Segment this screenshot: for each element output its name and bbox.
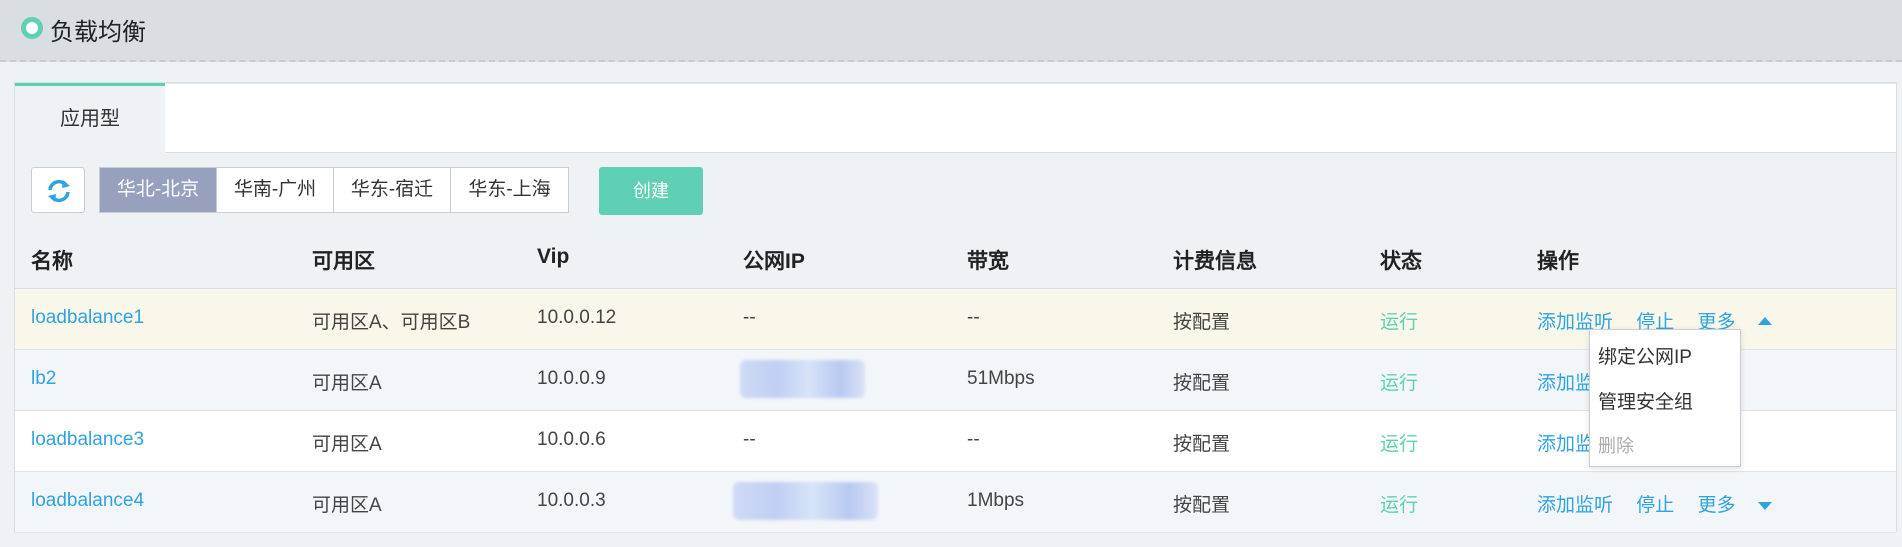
title-dot-icon [21,17,43,39]
caret-up-icon [1757,316,1772,325]
row-name-link[interactable]: loadbalance1 [31,307,144,329]
col-actions: 操作 [1537,250,1579,273]
page-title: 负载均衡 [50,19,146,46]
row-public-ip: -- [743,307,756,328]
region-selector: 华北-北京 华南-广州 华东-宿迁 华东-上海 [99,167,569,213]
row-zone: 可用区A、可用区B [312,312,471,333]
row-bandwidth: 51Mbps [967,368,1035,389]
row-billing: 按配置 [1173,495,1231,516]
row-status: 运行 [1380,312,1419,333]
table-row: loadbalance4 可用区A 10.0.0.3 1Mbps 按配置 运行 … [15,472,1896,533]
refresh-button[interactable] [31,167,85,213]
row-bandwidth: -- [967,429,980,450]
row-name-link[interactable]: loadbalance4 [31,490,144,512]
row-zone: 可用区A [312,495,382,516]
col-status: 状态 [1380,250,1422,273]
row-vip: 10.0.0.12 [537,307,617,328]
row-vip: 10.0.0.9 [537,368,606,389]
row-billing: 按配置 [1173,312,1231,333]
add-listener-link[interactable]: 添加监听 [1537,495,1613,516]
region-huadong-suqian[interactable]: 华东-宿迁 [334,168,451,212]
row-zone: 可用区A [312,373,382,394]
row-bandwidth: -- [967,307,980,328]
row-status: 运行 [1380,434,1419,455]
region-huanan-guangzhou[interactable]: 华南-广州 [217,168,334,212]
row-name-link[interactable]: lb2 [31,368,56,390]
col-bandwidth: 带宽 [967,250,1009,273]
row-bandwidth: 1Mbps [967,490,1025,511]
col-public-ip: 公网IP [743,250,805,273]
more-label: 更多 [1697,495,1736,516]
row-status: 运行 [1380,373,1419,394]
page-header: 负载均衡 [0,0,1902,62]
more-link[interactable]: 更多 [1698,495,1772,516]
caret-down-icon [1757,501,1772,510]
row-vip: 10.0.0.6 [537,429,606,450]
create-button[interactable]: 创建 [599,167,703,215]
col-vip: Vip [537,245,570,268]
row-billing: 按配置 [1173,434,1231,455]
row-billing: 按配置 [1173,373,1231,394]
row-name-link[interactable]: loadbalance3 [31,429,144,451]
tab-application[interactable]: 应用型 [15,83,165,153]
blurred-public-ip [733,482,878,520]
row-public-ip: -- [743,429,756,450]
col-zone: 可用区 [312,250,375,273]
menu-item-bind-public-ip[interactable]: 绑定公网IP [1598,342,1692,369]
region-huabei-beijing[interactable]: 华北-北京 [100,168,217,212]
row-zone: 可用区A [312,434,382,455]
region-huadong-shanghai[interactable]: 华东-上海 [451,168,568,212]
row-status: 运行 [1380,495,1419,516]
stop-link[interactable]: 停止 [1636,495,1674,516]
tabs-bar: 应用型 [15,83,1896,153]
more-dropdown-menu: 绑定公网IP 管理安全组 删除 [1589,329,1741,467]
row-actions: 添加监听 停止 更多 [1537,490,1772,517]
row-vip: 10.0.0.3 [537,490,606,511]
toolbar: 华北-北京 华南-广州 华东-宿迁 华东-上海 创建 [15,153,1896,225]
menu-item-delete: 删除 [1598,436,1634,456]
tab-divider [165,83,1896,84]
refresh-icon [48,179,70,203]
menu-item-manage-security-group[interactable]: 管理安全组 [1598,387,1693,414]
table-header: 名称 可用区 Vip 公网IP 带宽 计费信息 状态 操作 [15,225,1896,289]
blurred-public-ip [740,360,865,398]
col-name: 名称 [31,250,73,273]
col-billing: 计费信息 [1173,250,1257,273]
